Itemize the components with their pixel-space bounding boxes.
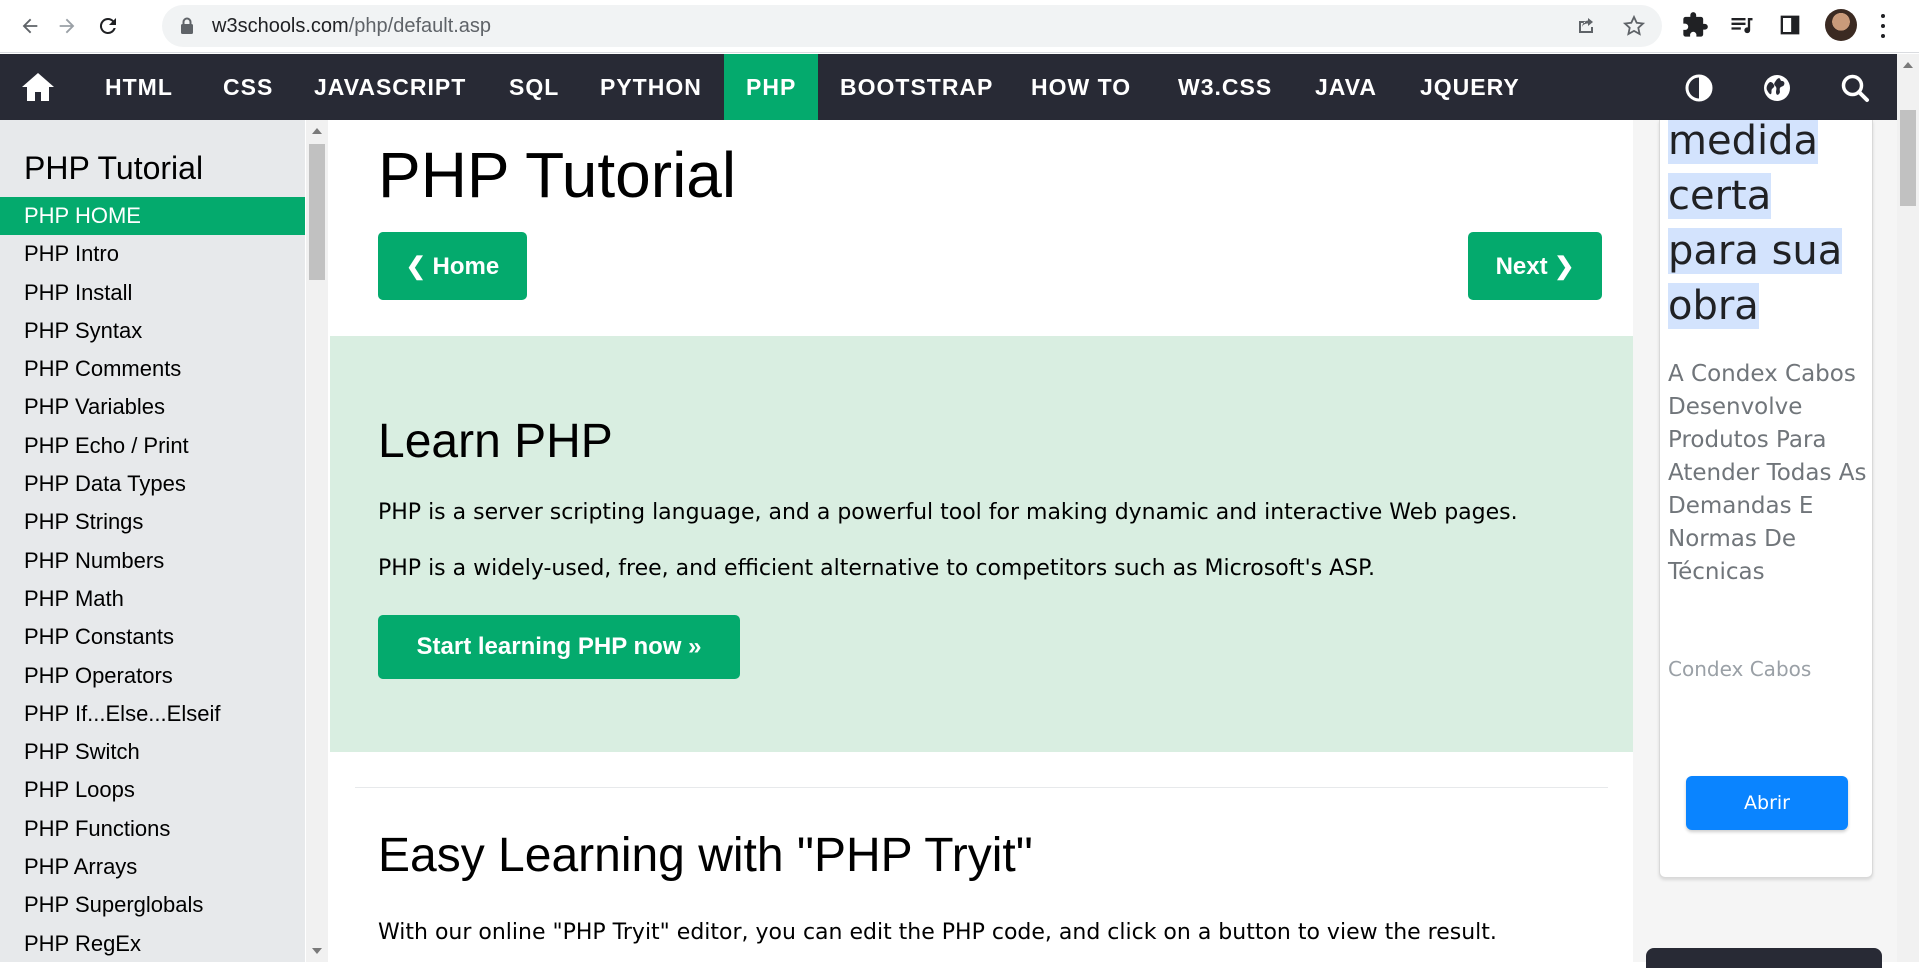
- nav-item-html[interactable]: HTML: [83, 54, 195, 120]
- url-text[interactable]: w3schools.com/php/default.asp: [212, 15, 491, 38]
- sidebar-item-php-regex[interactable]: PHP RegEx: [0, 925, 305, 962]
- sidebar-item-php-syntax[interactable]: PHP Syntax: [0, 312, 305, 350]
- home-icon[interactable]: [20, 71, 56, 103]
- sidebar-item-php-math[interactable]: PHP Math: [0, 580, 305, 618]
- extensions-icon[interactable]: [1681, 11, 1709, 39]
- nav-item-java[interactable]: JAVA: [1293, 54, 1399, 120]
- ad-headline-line: certa: [1668, 173, 1772, 219]
- ad-box[interactable]: medida certa para sua obra A Condex Cabo…: [1659, 120, 1873, 878]
- ad-headline-line: para sua: [1668, 228, 1843, 274]
- ad-headline-line: obra: [1668, 283, 1759, 329]
- ad-column: medida certa para sua obra A Condex Cabo…: [1633, 120, 1901, 968]
- sidebar-item-php-arrays[interactable]: PHP Arrays: [0, 848, 305, 886]
- main-content: PHP Tutorial ❮ Home Next ❯ Learn PHP PHP…: [330, 120, 1633, 962]
- page-title: PHP Tutorial: [378, 139, 737, 211]
- profile-avatar[interactable]: [1825, 9, 1857, 41]
- ad-body-text: A Condex Cabos Desenvolve Produtos Para …: [1668, 361, 1867, 585]
- nav-item-jquery[interactable]: JQUERY: [1398, 54, 1542, 120]
- nav-item-w3-css[interactable]: W3.CSS: [1156, 54, 1294, 120]
- media-icon[interactable]: [1728, 11, 1756, 39]
- nav-item-php[interactable]: PHP: [724, 54, 819, 120]
- nav-item-python[interactable]: PYTHON: [578, 54, 724, 120]
- start-learning-button[interactable]: Start learning PHP now »: [378, 615, 740, 679]
- next-button[interactable]: Next ❯: [1468, 232, 1602, 300]
- sidebar-menu: PHP HOME PHP Intro PHP Install PHP Syntax PH…: [0, 197, 305, 962]
- sidebar-item-php-intro[interactable]: PHP Intro: [0, 235, 305, 273]
- page-scroll-thumb[interactable]: [1900, 110, 1916, 206]
- sidebar-item-php-if-else-elseif[interactable]: PHP If...Else...Elseif: [0, 695, 305, 733]
- sidebar-item-php-loops[interactable]: PHP Loops: [0, 771, 305, 809]
- sidebar-item-php-install[interactable]: PHP Install: [0, 274, 305, 312]
- sidebar-scrollbar[interactable]: [306, 120, 328, 962]
- reload-icon[interactable]: [91, 9, 125, 43]
- nav-item-how-to[interactable]: HOW TO: [1009, 54, 1153, 120]
- address-bar[interactable]: w3schools.com/php/default.asp: [162, 5, 1662, 47]
- ad-headline-line: medida: [1668, 120, 1818, 164]
- nav-item-javascript[interactable]: JAVASCRIPT: [292, 54, 488, 120]
- scroll-down-icon[interactable]: [312, 948, 322, 954]
- ad-brand[interactable]: Condex Cabos: [1668, 657, 1811, 681]
- sidebar-item-php-numbers[interactable]: PHP Numbers: [0, 542, 305, 580]
- back-arrow-icon[interactable]: [13, 9, 47, 43]
- intro-paragraph-2: PHP is a widely-used, free, and efficien…: [378, 556, 1376, 581]
- prev-home-button[interactable]: ❮ Home: [378, 232, 527, 300]
- ad-dark-block: [1646, 948, 1882, 968]
- nav-item-css[interactable]: CSS: [201, 54, 295, 120]
- learn-php-section: Learn PHP PHP is a server scripting lang…: [330, 336, 1633, 752]
- sidebar-item-php-variables[interactable]: PHP Variables: [0, 388, 305, 426]
- globe-icon[interactable]: [1762, 73, 1792, 103]
- sidebar-title: PHP Tutorial: [24, 150, 204, 186]
- scroll-up-icon[interactable]: [312, 128, 322, 134]
- sidebar-item-php-switch[interactable]: PHP Switch: [0, 733, 305, 771]
- ad-headline[interactable]: medida certa para sua obra: [1668, 120, 1868, 334]
- share-icon[interactable]: [1574, 14, 1598, 38]
- menu-icon[interactable]: [1876, 11, 1890, 41]
- sidebar-item-php-strings[interactable]: PHP Strings: [0, 503, 305, 541]
- contrast-icon[interactable]: [1684, 73, 1714, 103]
- nav-item-sql[interactable]: SQL: [487, 54, 581, 120]
- sidebar-item-php-home[interactable]: PHP HOME: [0, 197, 305, 236]
- sidebar-scroll-thumb[interactable]: [309, 144, 325, 280]
- nav-item-bootstrap[interactable]: BOOTSTRAP: [818, 54, 1015, 120]
- sidebar-item-php-comments[interactable]: PHP Comments: [0, 350, 305, 388]
- section-divider: [355, 787, 1608, 788]
- search-icon[interactable]: [1840, 73, 1870, 103]
- lock-icon[interactable]: [180, 17, 194, 34]
- sidebar: PHP Tutorial PHP HOME PHP Intro PHP Instal…: [0, 120, 305, 962]
- sidebar-item-php-operators[interactable]: PHP Operators: [0, 657, 305, 695]
- tryit-heading: Easy Learning with "PHP Tryit": [378, 829, 1033, 882]
- intro-paragraph-1: PHP is a server scripting language, and …: [378, 500, 1518, 525]
- browser-toolbar: w3schools.com/php/default.asp: [0, 0, 1919, 53]
- sidebar-item-php-data-types[interactable]: PHP Data Types: [0, 465, 305, 503]
- scroll-up-icon[interactable]: [1903, 62, 1913, 68]
- page-scrollbar[interactable]: [1897, 54, 1919, 962]
- ad-open-button[interactable]: Abrir: [1686, 776, 1848, 830]
- star-icon[interactable]: [1622, 14, 1646, 38]
- tryit-paragraph: With our online "PHP Tryit" editor, you …: [378, 920, 1497, 945]
- sidebar-item-php-echo-print[interactable]: PHP Echo / Print: [0, 427, 305, 465]
- top-navigation: HTML CSS JAVASCRIPT SQL PYTHON PHP BOOTSTRAP HO…: [0, 54, 1919, 120]
- sidebar-item-php-functions[interactable]: PHP Functions: [0, 810, 305, 848]
- forward-arrow-icon[interactable]: [50, 9, 84, 43]
- sidebar-item-php-constants[interactable]: PHP Constants: [0, 618, 305, 656]
- learn-php-heading: Learn PHP: [378, 415, 613, 468]
- sidebar-item-php-superglobals[interactable]: PHP Superglobals: [0, 886, 305, 924]
- side-panel-icon[interactable]: [1776, 11, 1804, 39]
